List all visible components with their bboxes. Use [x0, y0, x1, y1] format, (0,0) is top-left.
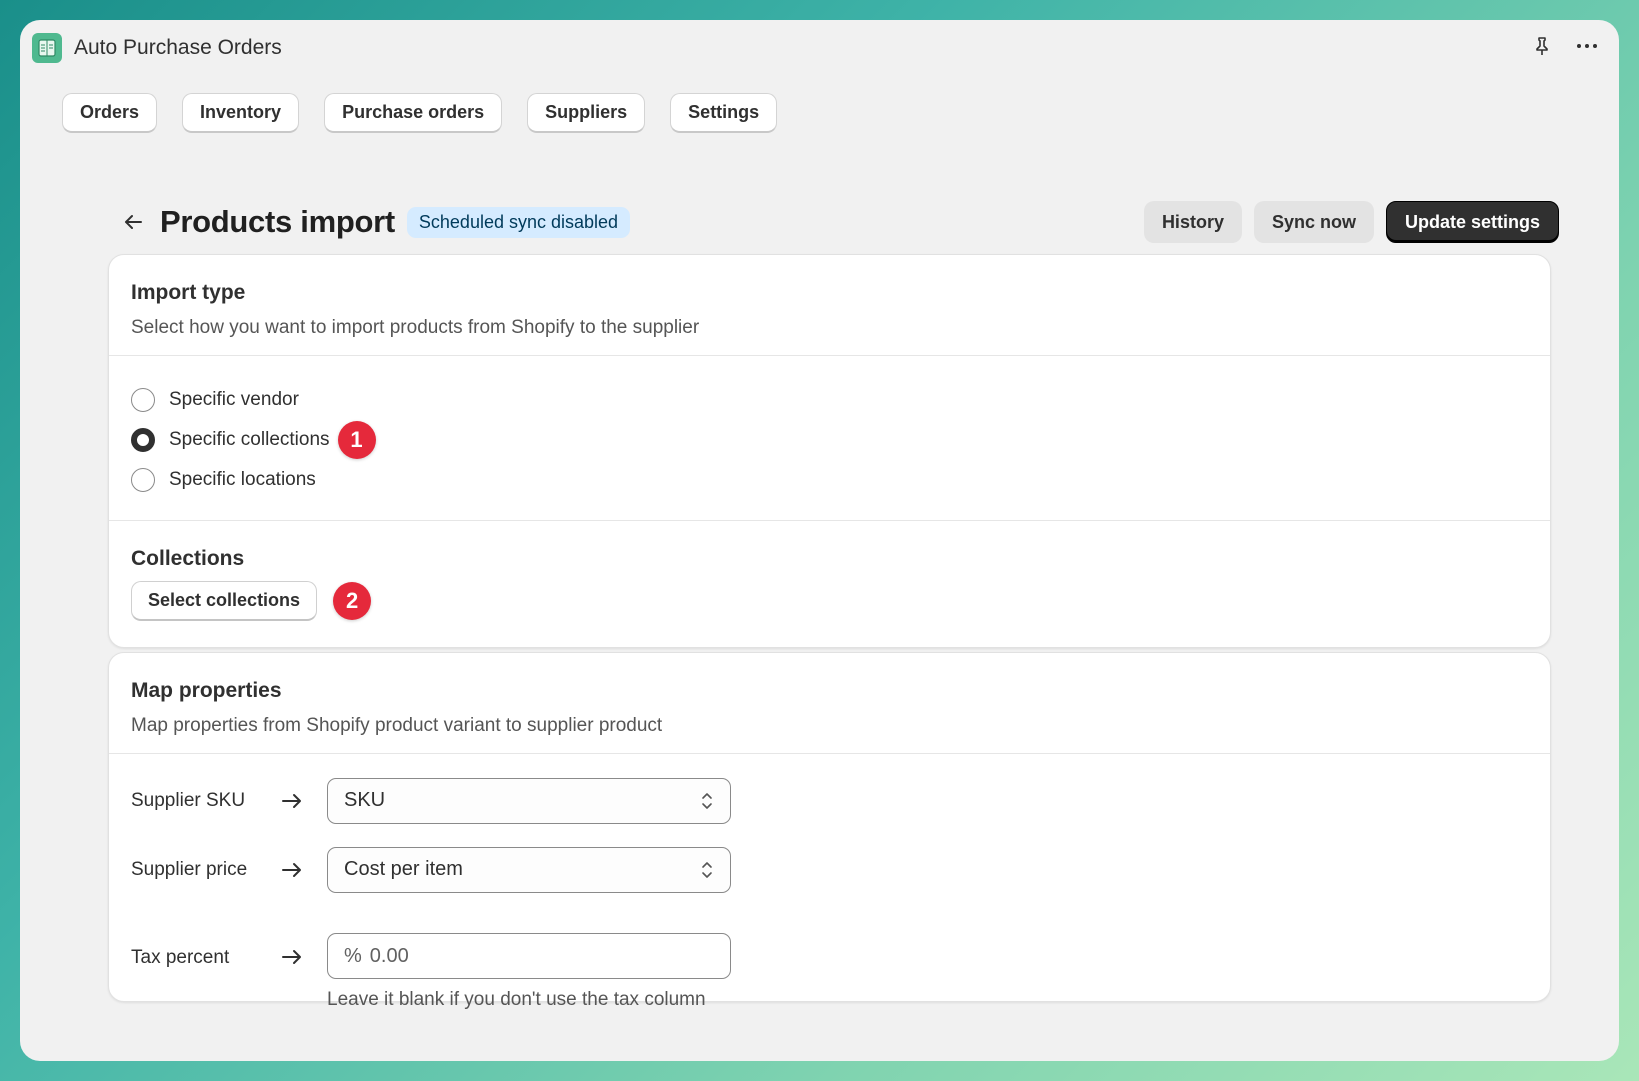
map-properties-subtitle: Map properties from Shopify product vari…	[131, 715, 663, 736]
tax-percent-input[interactable]	[369, 944, 690, 968]
import-type-subtitle: Select how you want to import products f…	[131, 317, 700, 338]
history-button[interactable]: History	[1143, 201, 1242, 243]
select-collections-button[interactable]: Select collections	[131, 581, 318, 621]
map-properties-title: Map properties	[131, 679, 282, 702]
supplier-price-select[interactable]: Cost per item	[327, 846, 731, 893]
radio-specific-locations[interactable]: Specific locations	[131, 460, 1528, 500]
map-row-tax-percent: Tax percent %	[131, 904, 1528, 979]
arrow-right-icon	[281, 860, 327, 880]
chevron-up-down-icon	[700, 859, 714, 881]
map-row-supplier-sku: Supplier SKU SKU	[131, 766, 1528, 835]
more-options-icon[interactable]	[1575, 35, 1599, 62]
collections-section: Collections Select collections 2	[109, 521, 1550, 621]
arrow-right-icon	[281, 791, 327, 811]
collections-title: Collections	[131, 547, 245, 570]
pin-icon[interactable]	[1531, 35, 1553, 62]
step-badge-1: 1	[337, 421, 376, 459]
chevron-up-down-icon	[700, 790, 714, 812]
app-title: Auto Purchase Orders	[74, 36, 282, 59]
import-type-radio-group: Specific vendor Specific collections 1 S…	[109, 356, 1550, 520]
step-badge-2: 2	[333, 582, 372, 620]
app-window: Auto Purchase Orders Orders Inventory Pu…	[20, 20, 1619, 1061]
select-value: Cost per item	[344, 858, 463, 880]
arrow-right-icon	[281, 947, 327, 979]
tab-settings[interactable]: Settings	[670, 93, 778, 133]
select-value: SKU	[344, 789, 386, 811]
radio-button[interactable]	[131, 388, 155, 412]
page-title: Products import	[160, 204, 395, 239]
map-label: Supplier price	[131, 858, 248, 880]
radio-specific-vendor[interactable]: Specific vendor	[131, 380, 1528, 420]
radio-label: Specific collections	[169, 429, 330, 450]
sync-now-button[interactable]: Sync now	[1253, 201, 1374, 243]
radio-label: Specific locations	[169, 469, 316, 490]
supplier-sku-select[interactable]: SKU	[327, 777, 731, 824]
radio-button[interactable]	[131, 468, 155, 492]
map-rows: Supplier SKU SKU Supplier price Cost per…	[109, 754, 1550, 1011]
map-label: Supplier SKU	[131, 789, 246, 811]
tax-help-text: Leave it blank if you don't use the tax …	[327, 989, 706, 1010]
map-properties-card: Map properties Map properties from Shopi…	[108, 652, 1551, 1010]
radio-label: Specific vendor	[169, 389, 299, 410]
import-type-title: Import type	[131, 281, 246, 304]
map-label: Tax percent	[131, 947, 230, 968]
import-type-card: Import type Select how you want to impor…	[108, 254, 1551, 648]
radio-button-selected[interactable]	[131, 428, 155, 452]
titlebar: Auto Purchase Orders	[20, 20, 1619, 76]
tab-purchase-orders[interactable]: Purchase orders	[324, 93, 503, 133]
tax-percent-field[interactable]: %	[327, 933, 731, 979]
map-row-supplier-price: Supplier price Cost per item	[131, 835, 1528, 904]
percent-prefix: %	[344, 944, 362, 967]
tab-suppliers[interactable]: Suppliers	[527, 93, 646, 133]
radio-specific-collections[interactable]: Specific collections 1	[131, 420, 1528, 460]
status-badge: Scheduled sync disabled	[406, 206, 631, 238]
spreadsheet-icon	[32, 33, 62, 63]
nav-tabs: Orders Inventory Purchase orders Supplie…	[62, 93, 778, 133]
update-settings-button[interactable]: Update settings	[1385, 201, 1559, 243]
tab-orders[interactable]: Orders	[62, 93, 158, 133]
page-header: Products import Scheduled sync disabled …	[118, 200, 1559, 244]
back-arrow-icon[interactable]	[118, 207, 148, 237]
tab-inventory[interactable]: Inventory	[182, 93, 300, 133]
